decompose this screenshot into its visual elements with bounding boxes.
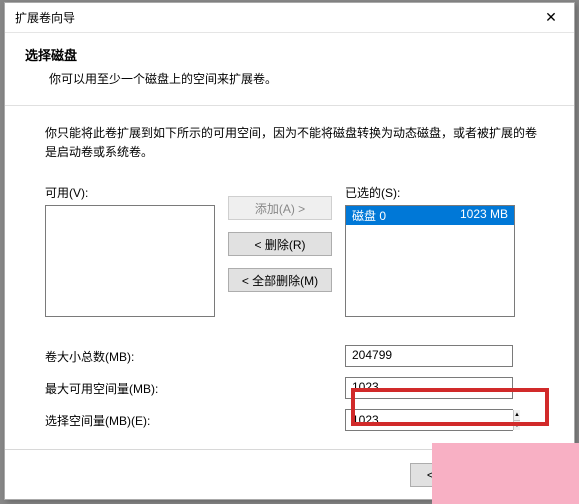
spinner-down-button[interactable]: ▼ — [514, 421, 520, 431]
selected-label: 已选的(S): — [345, 184, 515, 201]
content-area: 你只能将此卷扩展到如下所示的可用空间，因为不能将磁盘转换为动态磁盘，或者被扩展的… — [5, 106, 574, 431]
fields-area: 卷大小总数(MB): 204799 最大可用空间量(MB): 1023 选择空间… — [45, 345, 546, 431]
select-space-input[interactable] — [346, 410, 513, 430]
max-space-label: 最大可用空间量(MB): — [45, 380, 345, 397]
page-heading: 选择磁盘 — [25, 45, 554, 64]
close-button[interactable]: ✕ — [528, 3, 574, 33]
select-space-row: 选择空间量(MB)(E): ▲ ▼ — [45, 409, 546, 431]
spinner-up-button[interactable]: ▲ — [514, 410, 520, 421]
transfer-buttons: 添加(A) > < 删除(R) < 全部删除(M) — [215, 184, 345, 292]
page-subheading: 你可以用至少一个磁盘上的空间来扩展卷。 — [25, 64, 554, 97]
wizard-header: 选择磁盘 你可以用至少一个磁盘上的空间来扩展卷。 — [5, 33, 574, 105]
chevron-down-icon: ▼ — [514, 423, 520, 429]
total-size-label: 卷大小总数(MB): — [45, 348, 345, 365]
remove-all-button[interactable]: < 全部删除(M) — [228, 268, 332, 292]
disk-size: 1023 MB — [460, 207, 508, 224]
select-space-spinner: ▲ ▼ — [345, 409, 513, 431]
available-column: 可用(V): — [45, 184, 215, 317]
available-label: 可用(V): — [45, 184, 215, 201]
add-button: 添加(A) > — [228, 196, 332, 220]
wizard-dialog: 扩展卷向导 ✕ 选择磁盘 你可以用至少一个磁盘上的空间来扩展卷。 你只能将此卷扩… — [4, 2, 575, 500]
available-listbox[interactable] — [45, 205, 215, 317]
description-text: 你只能将此卷扩展到如下所示的可用空间，因为不能将磁盘转换为动态磁盘，或者被扩展的… — [45, 124, 546, 162]
list-item[interactable]: 磁盘 0 1023 MB — [346, 206, 514, 225]
disk-lists-row: 可用(V): 添加(A) > < 删除(R) < 全部删除(M) 已选的(S):… — [45, 184, 546, 317]
overlay-annotation — [432, 443, 579, 504]
max-space-row: 最大可用空间量(MB): 1023 — [45, 377, 546, 399]
window-title: 扩展卷向导 — [5, 9, 75, 26]
disk-name: 磁盘 0 — [352, 207, 386, 224]
select-space-label: 选择空间量(MB)(E): — [45, 412, 345, 429]
remove-button[interactable]: < 删除(R) — [228, 232, 332, 256]
selected-column: 已选的(S): 磁盘 0 1023 MB — [345, 184, 515, 317]
selected-listbox[interactable]: 磁盘 0 1023 MB — [345, 205, 515, 317]
max-space-value: 1023 — [345, 377, 513, 399]
close-icon: ✕ — [545, 9, 557, 26]
chevron-up-icon: ▲ — [514, 412, 520, 418]
titlebar: 扩展卷向导 ✕ — [5, 3, 574, 33]
spinner-buttons: ▲ ▼ — [513, 410, 520, 430]
total-size-row: 卷大小总数(MB): 204799 — [45, 345, 546, 367]
total-size-value: 204799 — [345, 345, 513, 367]
